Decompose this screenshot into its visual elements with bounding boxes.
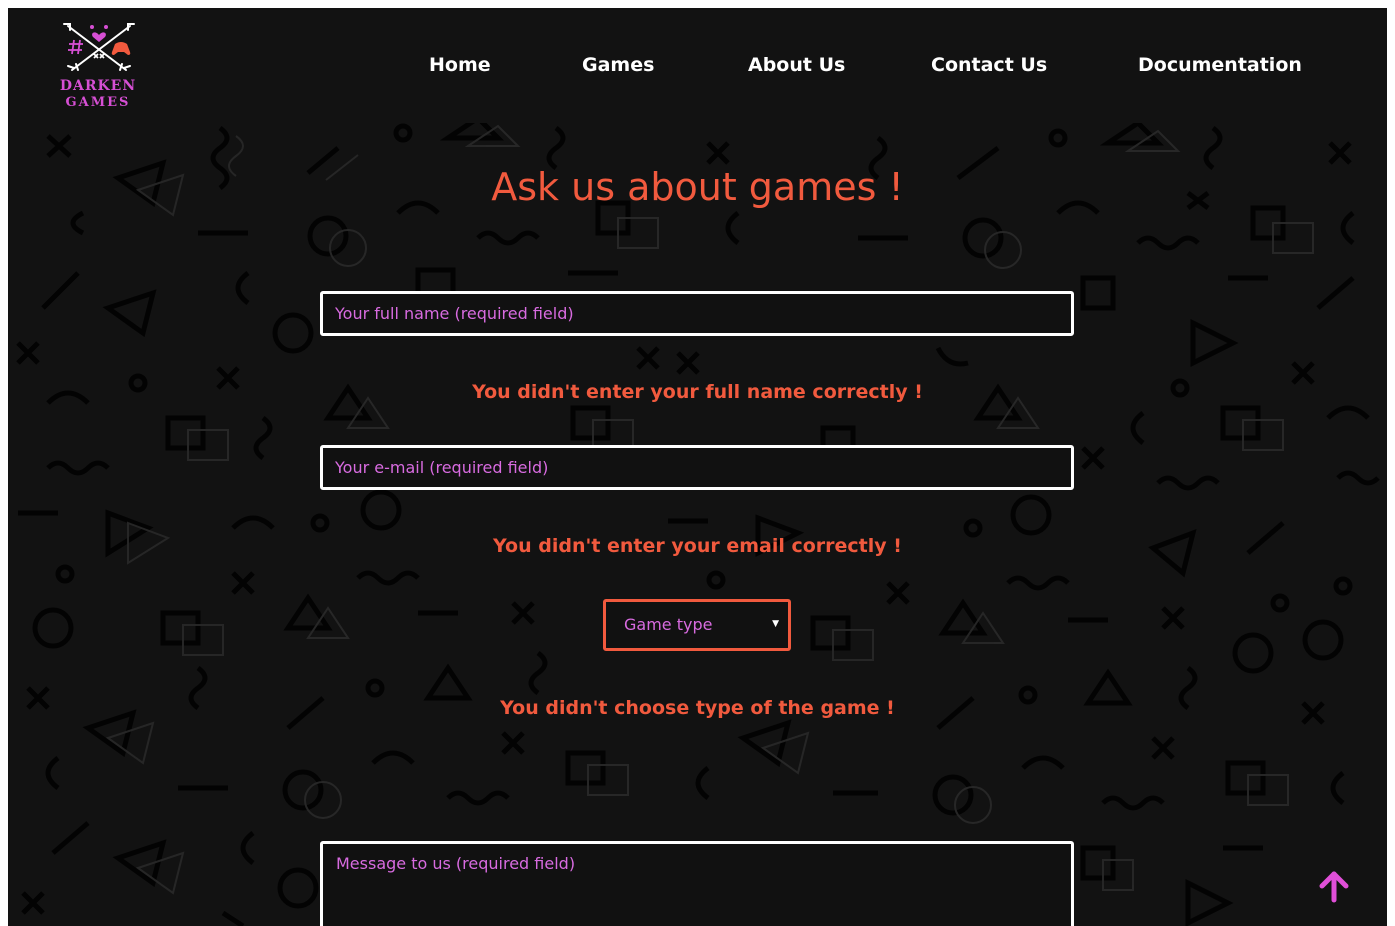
chevron-down-icon: ▼ [772, 619, 779, 629]
email-input[interactable] [320, 445, 1074, 490]
game-type-error: You didn't choose type of the game ! [500, 697, 895, 719]
full-name-error: You didn't enter your full name correctl… [472, 381, 923, 403]
nav-item-home[interactable]: Home [429, 52, 491, 78]
pattern-shapes [16, 114, 1380, 926]
main-nav: Home Games About Us Contact Us Documenta… [8, 52, 1387, 78]
heart-icon [90, 25, 108, 42]
nav-item-games[interactable]: Games [582, 52, 654, 78]
full-name-input[interactable] [320, 291, 1074, 336]
message-textarea[interactable] [320, 841, 1074, 926]
nav-item-contact-us[interactable]: Contact Us [931, 52, 1047, 78]
game-type-selected-value: Game type [624, 615, 713, 634]
nav-item-documentation[interactable]: Documentation [1138, 52, 1302, 78]
email-error: You didn't enter your email correctly ! [493, 535, 902, 557]
brand-name-line2: GAMES [65, 95, 131, 110]
nav-item-about-us[interactable]: About Us [748, 52, 845, 78]
brand-name-line1: DARKEN [59, 78, 137, 94]
page: DARKEN GAMES Home Games About Us Contact… [8, 8, 1387, 926]
site-header: DARKEN GAMES Home Games About Us Contact… [8, 8, 1387, 123]
scroll-to-top-button[interactable] [1314, 866, 1354, 906]
arrow-up-icon [1319, 871, 1349, 903]
game-type-select[interactable]: Game type ▼ [603, 599, 791, 651]
page-title: Ask us about games ! [491, 165, 904, 209]
